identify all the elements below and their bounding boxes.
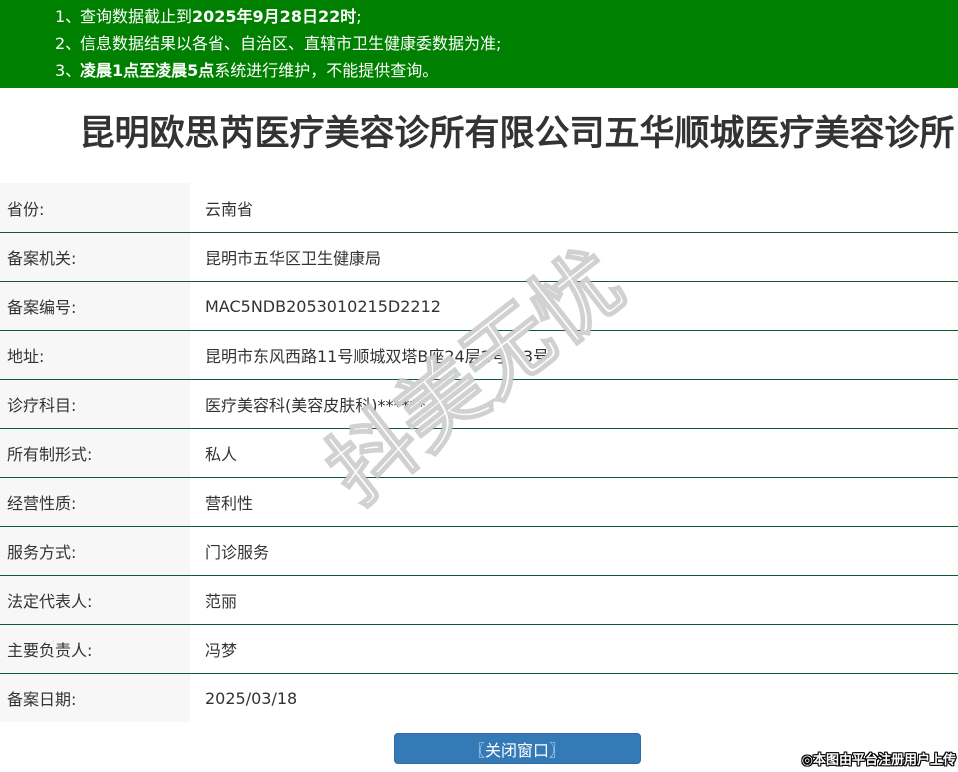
table-row: 省份: 云南省 [0, 183, 958, 232]
row-value: 范丽 [205, 592, 238, 611]
notice-item: 2、信息数据结果以各省、自治区、直辖市卫生健康委数据为准; [55, 30, 958, 57]
table-row: 经营性质: 营利性 [0, 477, 958, 526]
row-label: 诊疗科目: [0, 380, 190, 428]
notice-item-number: 3、 [55, 61, 82, 80]
upload-credit: ◎本图由平台注册用户上传 [801, 753, 956, 768]
table-row: 备案日期: 2025/03/18 [0, 673, 958, 722]
notice-item-text-bold: 2025年9月28日22时 [192, 7, 357, 26]
row-value: 昆明市东风西路11号顺城双塔B座24层2号、3号 [205, 347, 550, 366]
row-value: 私人 [205, 445, 238, 464]
notice-item-text: 信息数据结果以各省、自治区、直辖市卫生健康委数据为准; [80, 34, 502, 53]
page-container: 1、查询数据截止到2025年9月28日22时; 2、信息数据结果以各省、自治区、… [0, 0, 958, 764]
row-label: 经营性质: [0, 478, 190, 526]
table-row: 主要负责人: 冯梦 [0, 624, 958, 673]
notice-item: 1、查询数据截止到2025年9月28日22时; [55, 3, 958, 30]
close-window-button[interactable]: 〖关闭窗口〗 [393, 733, 641, 764]
notice-item: 3、凌晨1点至凌晨5点系统进行维护，不能提供查询。 [55, 57, 958, 84]
row-value: 营利性 [205, 494, 254, 513]
table-row: 法定代表人: 范丽 [0, 575, 958, 624]
notice-item-number: 2、 [55, 34, 82, 53]
row-label: 服务方式: [0, 527, 190, 575]
table-row: 备案机关: 昆明市五华区卫生健康局 [0, 232, 958, 281]
row-label: 省份: [0, 183, 190, 232]
notice-item-number: 1、 [55, 7, 82, 26]
row-label: 地址: [0, 331, 190, 379]
row-value: 2025/03/18 [205, 688, 298, 708]
notice-item-text: 系统进行维护，不能提供查询。 [214, 61, 439, 80]
page-title: 昆明欧思芮医疗美容诊所有限公司五华顺城医疗美容诊所 [79, 114, 955, 154]
row-label: 所有制形式: [0, 429, 190, 477]
table-row: 诊疗科目: 医疗美容科(美容皮肤科)****** [0, 379, 958, 428]
row-label: 备案编号: [0, 282, 190, 330]
row-label: 法定代表人: [0, 576, 190, 624]
row-value: 昆明市五华区卫生健康局 [205, 249, 382, 268]
row-value: 医疗美容科(美容皮肤科)****** [205, 396, 426, 415]
table-row: 服务方式: 门诊服务 [0, 526, 958, 575]
notice-item-text: 查询数据截止到 [80, 7, 193, 26]
notice-banner: 1、查询数据截止到2025年9月28日22时; 2、信息数据结果以各省、自治区、… [0, 0, 958, 88]
row-label: 备案机关: [0, 233, 190, 281]
row-value: 门诊服务 [205, 543, 270, 562]
table-row: 所有制形式: 私人 [0, 428, 958, 477]
notice-item-text-bold: 凌晨1点至凌晨5点 [80, 61, 215, 80]
row-value: 云南省 [205, 199, 254, 219]
row-label: 主要负责人: [0, 625, 190, 673]
info-table: 省份: 云南省 备案机关: 昆明市五华区卫生健康局 备案编号: MAC5NDB2… [0, 183, 958, 722]
table-row: 备案编号: MAC5NDB2053010215D2212 [0, 281, 958, 330]
notice-item-text: ; [356, 7, 362, 26]
row-label: 备案日期: [0, 674, 190, 722]
row-value: MAC5NDB2053010215D2212 [205, 296, 441, 316]
table-row: 地址: 昆明市东风西路11号顺城双塔B座24层2号、3号 [0, 330, 958, 379]
row-value: 冯梦 [205, 641, 238, 660]
